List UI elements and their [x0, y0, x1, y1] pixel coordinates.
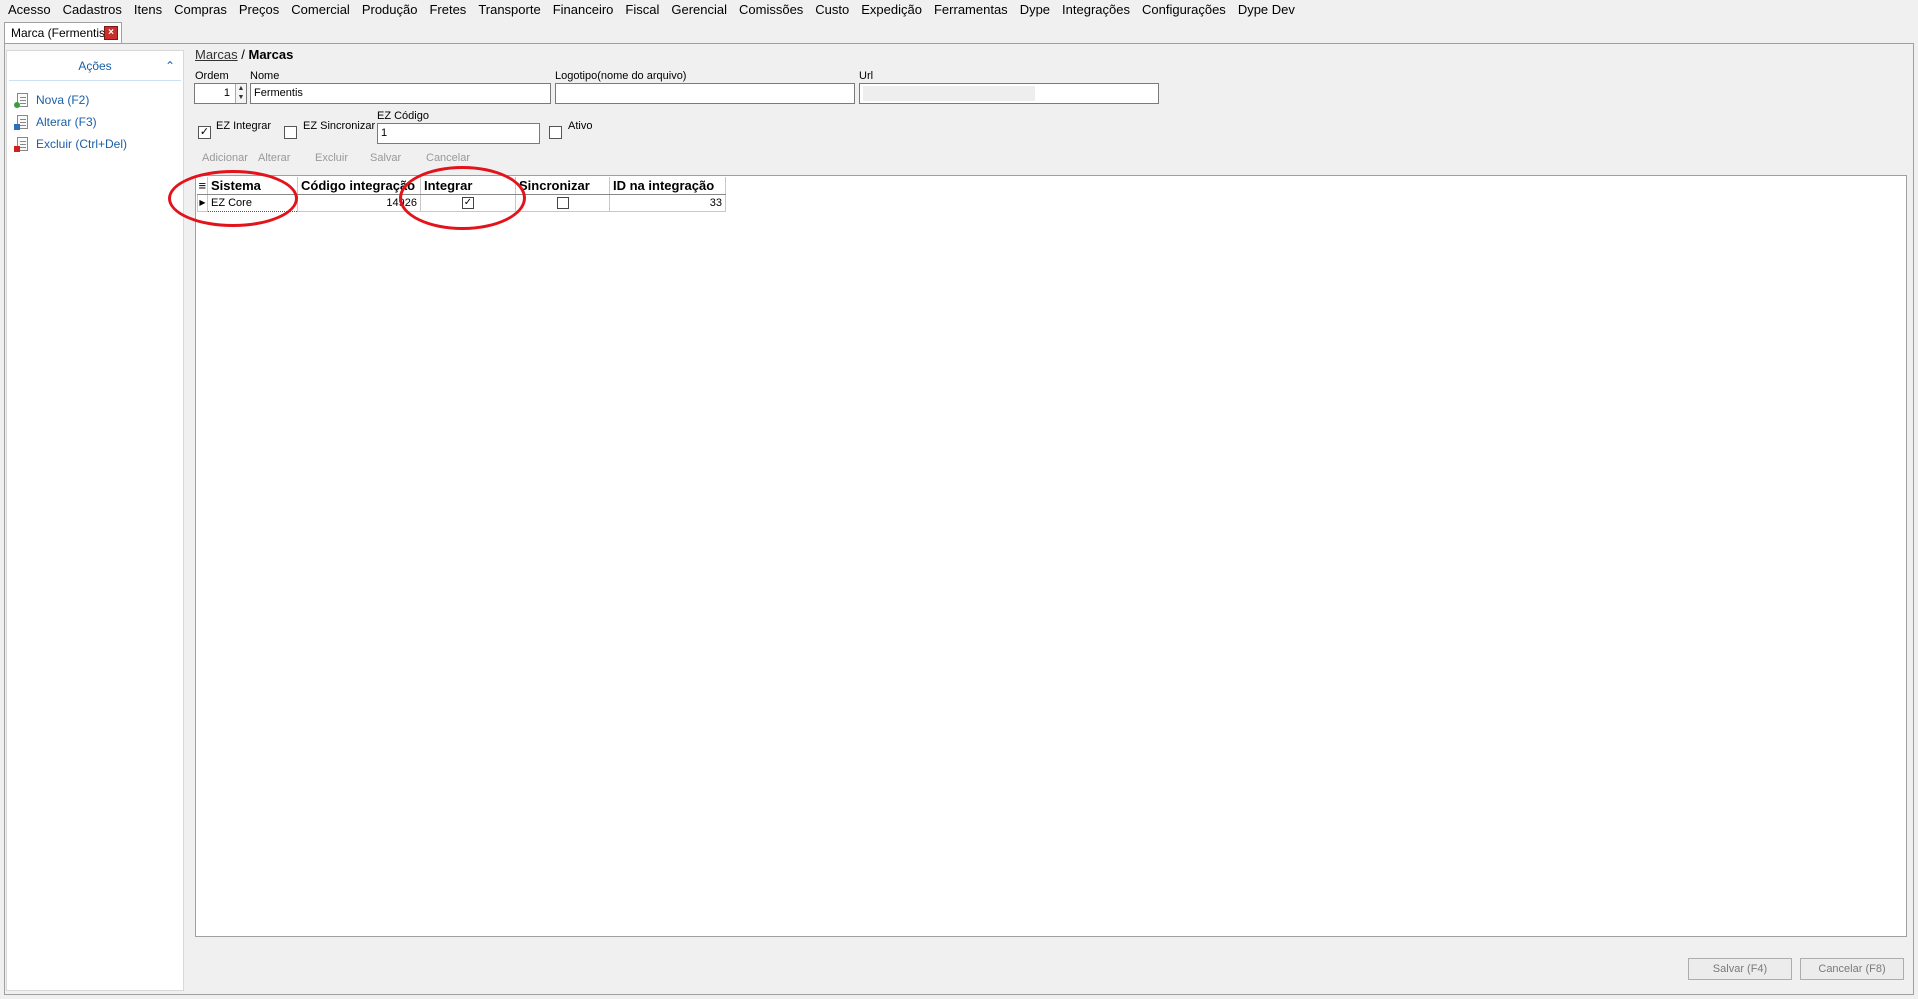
- menu-item-integracoes[interactable]: Integrações: [1056, 0, 1136, 20]
- edit-document-icon: [14, 115, 28, 130]
- grid-edit-button[interactable]: Alterar: [258, 152, 290, 164]
- menu-item-financeiro[interactable]: Financeiro: [547, 0, 620, 20]
- new-document-icon: [14, 93, 28, 108]
- close-tab-icon[interactable]: ×: [104, 26, 118, 40]
- ez-sincronizar-label: EZ Sincronizar: [303, 120, 376, 132]
- breadcrumb: Marcas / Marcas: [195, 47, 293, 62]
- ez-codigo-label: EZ Código: [377, 110, 429, 122]
- collapse-chevron-icon[interactable]: ⌃: [165, 59, 175, 73]
- actions-header[interactable]: Ações ⌃: [9, 51, 181, 81]
- column-header-integrar[interactable]: Integrar: [420, 177, 516, 195]
- ez-integrar-checkbox[interactable]: ✓: [198, 126, 211, 139]
- integrar-checkbox[interactable]: ✓: [462, 196, 474, 209]
- ordem-spin-buttons[interactable]: ▲ ▼: [235, 84, 246, 103]
- table-row[interactable]: ▶ EZ Core 14926 ✓ 33: [197, 193, 726, 212]
- document-tab-title: Marca (Fermentis): [11, 26, 110, 40]
- cell-sincronizar[interactable]: [515, 194, 610, 212]
- cell-codigo[interactable]: 14926: [297, 194, 421, 212]
- grid-header-row: ≡ Sistema Código integração Integrar Sin…: [197, 177, 726, 195]
- spin-down-icon[interactable]: ▼: [236, 93, 246, 102]
- ativo-checkbox[interactable]: [549, 126, 562, 139]
- sincronizar-checkbox[interactable]: [556, 196, 569, 209]
- document-tabstrip: Marca (Fermentis) ×: [0, 20, 1918, 44]
- cell-sistema[interactable]: EZ Core: [207, 193, 298, 212]
- grid-add-button[interactable]: Adicionar: [202, 152, 248, 164]
- action-nova-label: Nova (F2): [36, 93, 90, 107]
- grid-cancel-button[interactable]: Cancelar: [426, 152, 470, 164]
- menu-item-comissoes[interactable]: Comissões: [733, 0, 809, 20]
- menu-item-expedicao[interactable]: Expedição: [855, 0, 928, 20]
- ordem-stepper[interactable]: 1 ▲ ▼: [194, 83, 247, 104]
- menu-item-gerencial[interactable]: Gerencial: [665, 0, 733, 20]
- logotipo-input[interactable]: [555, 83, 855, 104]
- actions-sidebar: Ações ⌃ Nova (F2) Alterar (F3) Excluir (…: [6, 50, 184, 991]
- menu-item-itens[interactable]: Itens: [128, 0, 168, 20]
- cell-integrar[interactable]: ✓: [420, 194, 516, 212]
- delete-document-icon: [14, 137, 28, 152]
- menu-item-transporte[interactable]: Transporte: [472, 0, 546, 20]
- action-alterar[interactable]: Alterar (F3): [7, 111, 183, 133]
- action-alterar-label: Alterar (F3): [36, 115, 97, 129]
- url-input[interactable]: [859, 83, 1159, 104]
- column-header-codigo[interactable]: Código integração: [297, 177, 421, 195]
- action-excluir[interactable]: Excluir (Ctrl+Del): [7, 133, 183, 155]
- column-header-sincronizar[interactable]: Sincronizar: [515, 177, 610, 195]
- document-tab[interactable]: Marca (Fermentis) ×: [4, 22, 122, 43]
- cell-id[interactable]: 33: [609, 194, 726, 212]
- column-chooser-icon[interactable]: ≡: [197, 177, 208, 195]
- column-header-sistema[interactable]: Sistema: [207, 177, 298, 195]
- menu-item-comercial[interactable]: Comercial: [285, 0, 356, 20]
- grid-delete-button[interactable]: Excluir: [315, 152, 348, 164]
- ordem-value: 1: [223, 87, 230, 99]
- menu-item-compras[interactable]: Compras: [168, 0, 233, 20]
- nome-input[interactable]: Fermentis: [250, 83, 551, 104]
- menu-item-acesso[interactable]: Acesso: [2, 0, 57, 20]
- breadcrumb-current: Marcas: [248, 47, 294, 62]
- url-label: Url: [859, 70, 874, 82]
- menu-item-dype[interactable]: Dype: [1014, 0, 1056, 20]
- cancel-button[interactable]: Cancelar (F8): [1800, 958, 1904, 980]
- menu-bar: Acesso Cadastros Itens Compras Preços Comerci…: [0, 0, 1918, 20]
- breadcrumb-separator: /: [241, 47, 245, 62]
- menu-item-producao[interactable]: Produção: [356, 0, 424, 20]
- row-indicator-icon: ▶: [197, 194, 208, 212]
- ordem-label: Ordem: [195, 70, 229, 82]
- menu-item-ferramentas[interactable]: Ferramentas: [928, 0, 1014, 20]
- save-button[interactable]: Salvar (F4): [1688, 958, 1792, 980]
- logotipo-label: Logotipo(nome do arquivo): [555, 70, 687, 82]
- menu-item-precos[interactable]: Preços: [233, 0, 285, 20]
- ativo-label: Ativo: [568, 120, 593, 132]
- main-panel: Marcas / Marcas Ordem 1 ▲ ▼ Nome Ferment…: [190, 44, 1914, 995]
- ez-integrar-label: EZ Integrar: [216, 120, 272, 132]
- menu-item-custo[interactable]: Custo: [809, 0, 855, 20]
- action-nova[interactable]: Nova (F2): [7, 89, 183, 111]
- menu-item-cadastros[interactable]: Cadastros: [57, 0, 128, 20]
- menu-item-fretes[interactable]: Fretes: [423, 0, 472, 20]
- column-header-id[interactable]: ID na integração: [609, 177, 726, 195]
- spin-up-icon[interactable]: ▲: [236, 84, 246, 93]
- menu-item-dype-dev[interactable]: Dype Dev: [1232, 0, 1301, 20]
- ez-sincronizar-checkbox[interactable]: [284, 126, 297, 139]
- integration-grid-panel: ≡ Sistema Código integração Integrar Sin…: [195, 175, 1907, 937]
- menu-item-configuracoes[interactable]: Configurações: [1136, 0, 1232, 20]
- action-excluir-label: Excluir (Ctrl+Del): [36, 137, 128, 151]
- integration-grid: ≡ Sistema Código integração Integrar Sin…: [197, 177, 726, 212]
- actions-header-label: Ações: [78, 58, 112, 73]
- nome-label: Nome: [250, 70, 280, 82]
- grid-save-button[interactable]: Salvar: [370, 152, 401, 164]
- breadcrumb-link-marcas[interactable]: Marcas: [195, 47, 238, 62]
- menu-item-fiscal[interactable]: Fiscal: [619, 0, 665, 20]
- url-placeholder-bar: [863, 86, 1035, 101]
- ez-codigo-input[interactable]: 1: [377, 123, 540, 144]
